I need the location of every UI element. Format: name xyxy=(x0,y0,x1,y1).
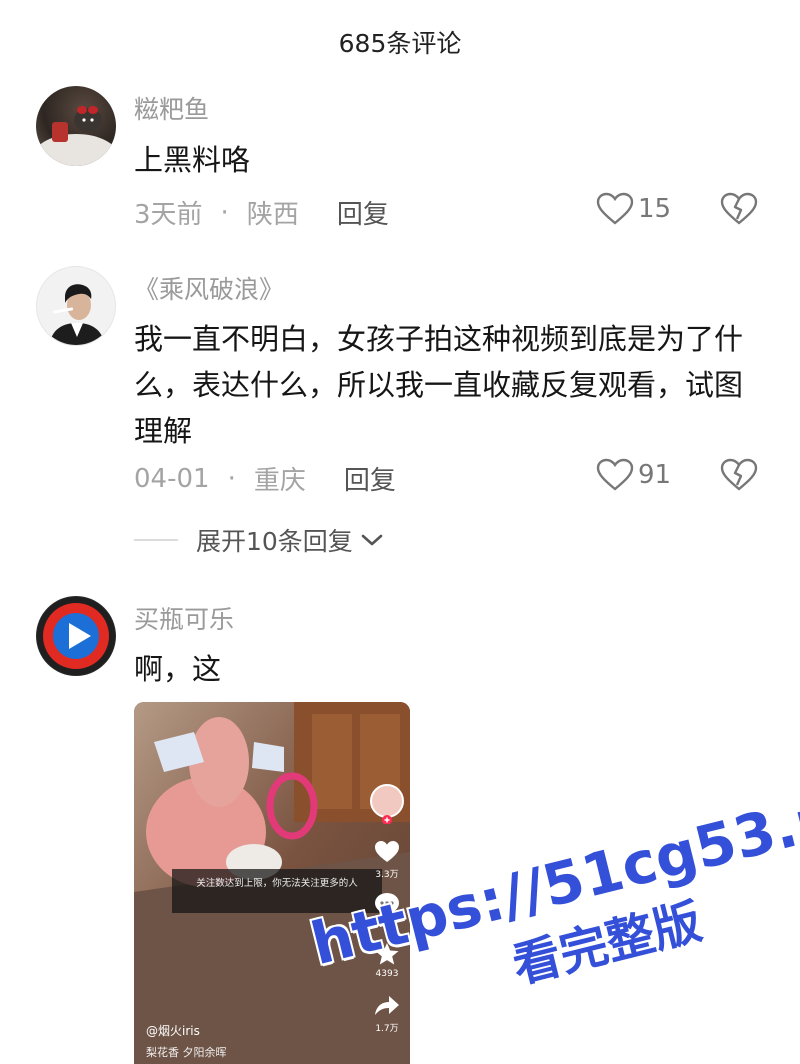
comment-location: 重庆 xyxy=(253,466,306,496)
avatar[interactable] xyxy=(36,266,116,346)
comment-text: 啊，这 xyxy=(134,652,222,686)
avatar-image xyxy=(49,284,105,345)
creator-avatar[interactable] xyxy=(370,784,404,827)
comment-bubble-icon xyxy=(375,893,399,913)
comment-text: 上黑料咯 xyxy=(134,143,251,177)
video-favorite[interactable]: 4393 xyxy=(370,942,404,979)
like-button[interactable]: 91 xyxy=(596,458,671,492)
video-favorite-count: 4393 xyxy=(375,969,399,979)
avatar[interactable] xyxy=(36,596,116,676)
avatar[interactable] xyxy=(36,86,116,166)
video-thumbnail[interactable]: 关注数达到上限，你无法关注更多的人 3.3万 492 4393 1.7万 @烟火… xyxy=(134,702,410,1064)
comment-username[interactable]: 糍粑鱼 xyxy=(134,90,209,126)
expand-divider xyxy=(134,539,178,541)
comment-count-title: 685条评论 xyxy=(338,29,462,58)
creator-avatar-icon xyxy=(370,784,404,825)
reply-button[interactable]: 回复 xyxy=(344,460,396,497)
comment-text: 我一直不明白，女孩子拍这种视频到底是为了什么，表达什么，所以我一直收藏反复观看，… xyxy=(134,322,744,448)
comment-username[interactable]: 《乘风破浪》 xyxy=(134,270,284,306)
share-arrow-icon xyxy=(375,996,399,1015)
expand-replies-button[interactable]: 展开10条回复 xyxy=(134,522,385,558)
video-author[interactable]: @烟火iris xyxy=(146,1022,200,1039)
video-like-count: 3.3万 xyxy=(375,870,399,880)
expand-replies-label: 展开10条回复 xyxy=(196,527,353,556)
meta-separator: · xyxy=(220,197,229,228)
dislike-button[interactable] xyxy=(720,458,758,496)
heart-icon xyxy=(596,458,634,491)
follow-limit-toast: 关注数达到上限，你无法关注更多的人 xyxy=(172,869,382,913)
comments-header: 685条评论 xyxy=(0,0,800,84)
chevron-down-icon xyxy=(361,534,383,546)
comment-meta: 04-01 · 重庆 回复 xyxy=(134,460,396,497)
heart-icon xyxy=(596,192,634,225)
watermark-subtitle: 看完整版 xyxy=(507,893,708,995)
dislike-button[interactable] xyxy=(720,192,758,230)
comment-time: 3天前 xyxy=(134,200,203,230)
reply-button[interactable]: 回复 xyxy=(337,194,389,231)
broken-heart-icon xyxy=(720,458,758,491)
comment-location: 陕西 xyxy=(246,200,299,230)
video-music[interactable]: 梨花香 夕阳余晖 xyxy=(146,1044,227,1060)
heart-icon xyxy=(375,841,399,862)
video-comment-count: 492 xyxy=(378,919,396,929)
video-share-count: 1.7万 xyxy=(375,1024,399,1034)
video-like[interactable]: 3.3万 xyxy=(370,840,404,880)
comment-meta: 3天前 · 陕西 回复 xyxy=(134,194,389,231)
like-count: 15 xyxy=(638,194,672,224)
like-button[interactable]: 15 xyxy=(596,192,671,226)
video-comment[interactable]: 492 xyxy=(370,892,404,929)
comment-time: 04-01 xyxy=(134,463,210,494)
star-icon xyxy=(375,943,399,965)
meta-separator: · xyxy=(227,463,236,494)
comment-username[interactable]: 买瓶可乐 xyxy=(134,600,234,636)
like-count: 91 xyxy=(638,460,672,490)
video-share[interactable]: 1.7万 xyxy=(370,994,404,1034)
broken-heart-icon xyxy=(720,192,758,225)
avatar-image xyxy=(36,106,116,166)
play-logo-icon xyxy=(37,597,115,675)
